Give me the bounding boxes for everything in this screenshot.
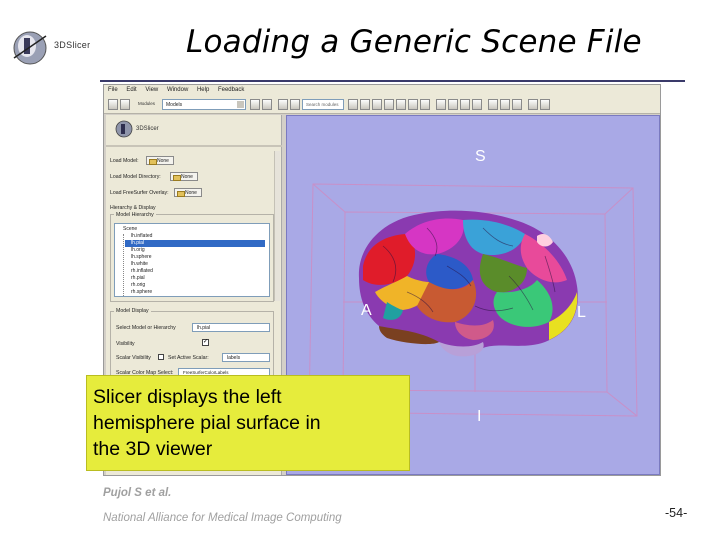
active-scalar-value: labels	[227, 355, 241, 361]
save-button[interactable]	[120, 99, 130, 110]
load-model-directory-label: Load Model Directory:	[110, 174, 161, 180]
load-model-directory-button-label: None	[181, 174, 193, 180]
slicer-small-icon	[115, 120, 133, 138]
footer-author: Pujol S et al.	[103, 487, 172, 499]
scalar-visibility-label: Scalar Visibility	[116, 355, 151, 361]
tree-item[interactable]: rh.inflated	[125, 268, 265, 275]
module-select-value: Models	[166, 102, 183, 108]
tree-item[interactable]: rh.pial	[125, 275, 265, 282]
layout-3d-button[interactable]	[448, 99, 458, 110]
menu-file[interactable]: File	[108, 87, 118, 93]
tree-item[interactable]: rh.orig	[125, 282, 265, 289]
panel-logo-text: 3DSlicer	[136, 126, 159, 132]
menu-view[interactable]: View	[145, 87, 158, 93]
slicer-logo-icon	[13, 31, 47, 65]
mouse-mode-button[interactable]	[488, 99, 498, 110]
tree-item[interactable]: lh.white	[125, 261, 265, 268]
menu-window[interactable]: Window	[167, 87, 188, 93]
tool-button-1[interactable]	[348, 99, 358, 110]
tree-item[interactable]: lh.orig	[125, 247, 265, 254]
menu-bar: File Edit View Window Help Feedback	[104, 85, 660, 96]
module-search-input[interactable]: Search modules	[302, 99, 344, 110]
callout-line-1: Slicer displays the left	[93, 386, 282, 408]
tool-button-2[interactable]	[360, 99, 370, 110]
load-model-directory-button[interactable]: None	[170, 172, 198, 181]
home-button[interactable]	[108, 99, 118, 110]
modules-label: Modules	[138, 101, 156, 106]
load-model-label: Load Model:	[110, 158, 139, 164]
next-module-button[interactable]	[262, 99, 272, 110]
callout-box: Slicer displays the left hemisphere pial…	[86, 375, 410, 471]
prev-module-button[interactable]	[250, 99, 260, 110]
hierarchy-display-section[interactable]: Hierarchy & Display	[110, 205, 156, 211]
model-hierarchy-tree[interactable]: Scene lh.inflated lh.pial lh.orig lh.sph…	[114, 223, 270, 297]
title-divider	[100, 80, 685, 82]
view-button[interactable]	[290, 99, 300, 110]
callout-line-3: the 3D viewer	[93, 438, 213, 460]
load-freesurfer-button[interactable]: None	[174, 188, 202, 197]
set-active-scalar-label: Set Active Scalar:	[168, 355, 209, 361]
menu-edit[interactable]: Edit	[126, 87, 136, 93]
panel-logo: 3DSlicer	[114, 119, 174, 141]
load-model-button-label: None	[157, 158, 169, 164]
tree-item[interactable]: lh.sphere	[125, 254, 265, 261]
select-model-value: lh.pial	[197, 325, 211, 331]
load-model-button[interactable]: None	[146, 156, 174, 165]
visibility-checkbox[interactable]: ✓	[202, 339, 209, 346]
tree-item-selected[interactable]: lh.pial	[125, 240, 265, 247]
brain-surface	[358, 210, 578, 357]
callout-line-2: hemisphere pial surface in	[93, 412, 321, 434]
load-freesurfer-button-label: None	[185, 190, 197, 196]
tool-button-7[interactable]	[420, 99, 430, 110]
menu-help[interactable]: Help	[197, 87, 209, 93]
chevron-down-icon	[237, 101, 244, 108]
tree-item-scene[interactable]: Scene	[117, 226, 257, 233]
undo-button[interactable]	[528, 99, 538, 110]
layout-conventional-button[interactable]	[436, 99, 446, 110]
logo-text: 3DSlicer	[54, 40, 91, 50]
place-mode-button[interactable]	[512, 99, 522, 110]
active-scalar-combo[interactable]: labels	[222, 353, 270, 362]
axis-label-superior: S	[475, 148, 486, 165]
footer-organization: National Alliance for Medical Image Comp…	[103, 512, 342, 524]
axis-label-anterior: A	[361, 302, 372, 319]
tree-item[interactable]: lh.inflated	[125, 233, 265, 240]
panel-scrollbar[interactable]	[274, 151, 280, 301]
pick-mode-button[interactable]	[500, 99, 510, 110]
axis-label-inferior: I	[477, 408, 482, 425]
menu-feedback[interactable]: Feedback	[218, 87, 244, 93]
toolbar: Modules Models Search modules	[104, 96, 660, 114]
scalar-visibility-checkbox[interactable]	[158, 354, 164, 360]
redo-button[interactable]	[540, 99, 550, 110]
tool-button-6[interactable]	[408, 99, 418, 110]
tool-button-5[interactable]	[396, 99, 406, 110]
tool-button-3[interactable]	[372, 99, 382, 110]
layout-tabbed-button[interactable]	[472, 99, 482, 110]
slicer-logo: 3DSlicer	[10, 28, 102, 68]
axis-label-left: L	[577, 304, 586, 321]
layout-fourup-button[interactable]	[460, 99, 470, 110]
page-number: -54-	[665, 506, 688, 520]
layout-button[interactable]	[278, 99, 288, 110]
panel-divider	[106, 145, 282, 147]
tree-item[interactable]: rh.sphere	[125, 289, 265, 296]
select-model-label: Select Model or Hierarchy	[116, 325, 176, 331]
load-freesurfer-label: Load FreeSurfer Overlay:	[110, 190, 169, 196]
visibility-label: Visibility	[116, 341, 135, 347]
module-select[interactable]: Models	[162, 99, 246, 110]
tool-button-4[interactable]	[384, 99, 394, 110]
model-hierarchy-label: Model Hierarchy	[114, 212, 156, 218]
select-model-combo[interactable]: lh.pial	[192, 323, 270, 332]
model-display-label: Model Display	[114, 308, 151, 314]
tree-guide-line	[123, 234, 124, 296]
slide-title: Loading a Generic Scene File	[186, 24, 642, 60]
